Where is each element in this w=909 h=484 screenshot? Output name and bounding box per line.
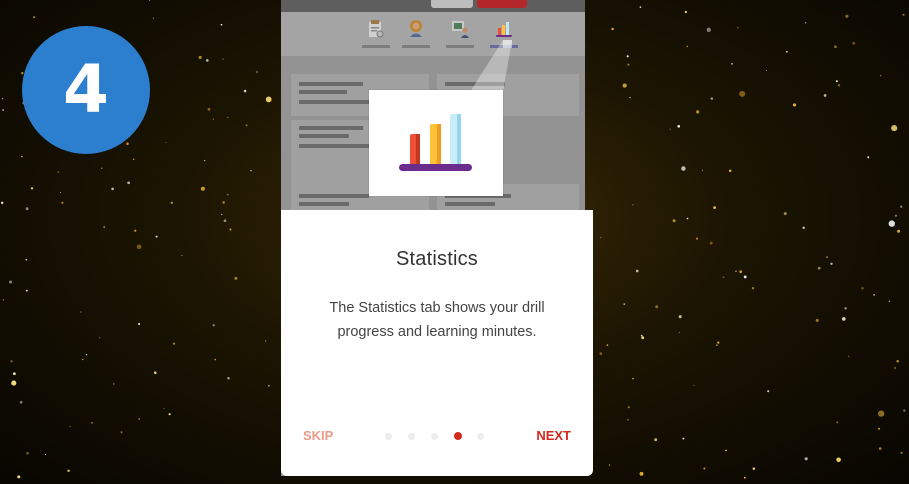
dialog-title: Statistics xyxy=(395,248,479,270)
skip-button[interactable]: SKIP xyxy=(303,428,333,443)
step-dot-4[interactable] xyxy=(454,432,462,440)
step-dot-5[interactable] xyxy=(477,433,484,440)
dialog-description: The Statistics tab shows your drill prog… xyxy=(329,300,545,340)
step-dot-1[interactable] xyxy=(385,433,392,440)
next-button[interactable]: NEXT xyxy=(536,428,571,443)
featured-icon-panel xyxy=(369,90,503,196)
step-dot-3[interactable] xyxy=(431,433,438,440)
bar-chart-icon xyxy=(399,114,472,171)
step-indicator xyxy=(385,432,495,442)
step-dot-2[interactable] xyxy=(408,433,415,440)
tutorial-dialog: Statistics The Statistics tab shows your… xyxy=(281,210,593,476)
